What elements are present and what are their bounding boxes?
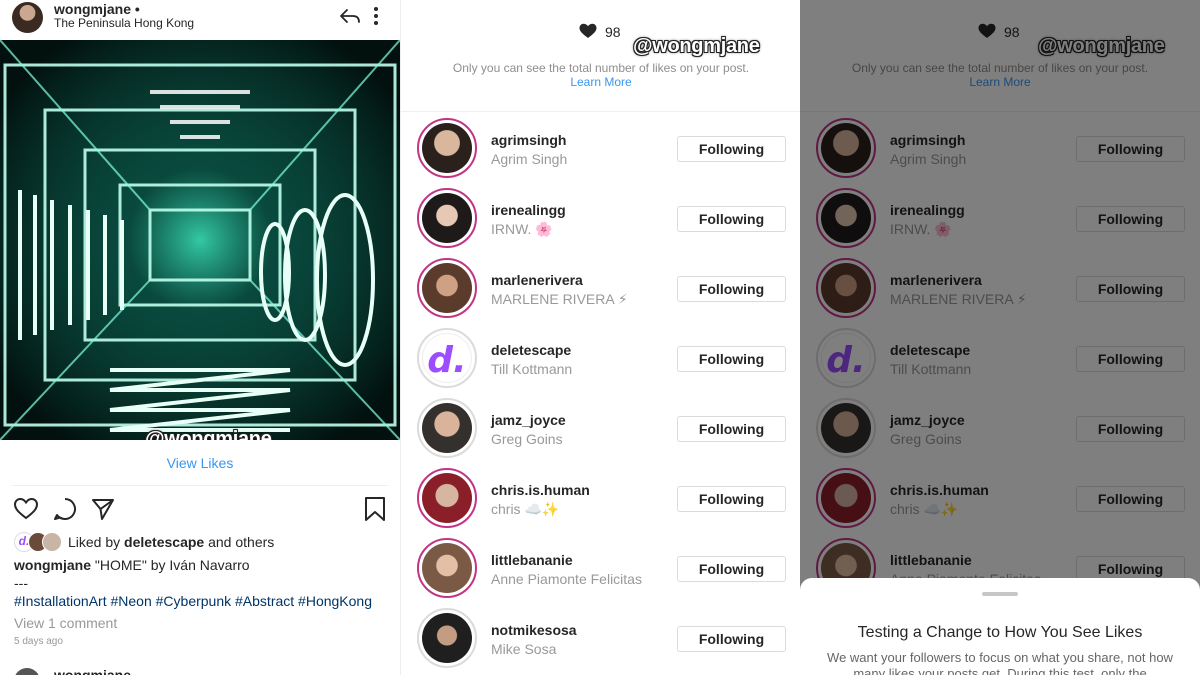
caption-text: "HOME" by Iván Navarro bbox=[94, 557, 250, 573]
view-comments-link[interactable]: View 1 comment bbox=[14, 615, 117, 631]
heart-icon bbox=[579, 23, 597, 38]
liker-row[interactable]: marlenerivera MARLENE RIVERA ⚡ Following bbox=[401, 252, 800, 322]
avatar-photo bbox=[422, 403, 472, 453]
divider bbox=[12, 485, 388, 486]
liker-row[interactable]: irenealingg IRNW. 🌸 Following bbox=[401, 182, 800, 252]
liker-fullname: chris ☁️✨ bbox=[491, 501, 560, 517]
avatar-photo bbox=[422, 543, 472, 593]
liker-username[interactable]: marlenerivera bbox=[491, 272, 583, 288]
liker-avatar[interactable] bbox=[417, 118, 477, 178]
post-header: wongmjane • The Peninsula Hong Kong bbox=[0, 0, 400, 38]
liker-avatar[interactable]: d. bbox=[417, 328, 477, 388]
liker-fullname: Agrim Singh bbox=[491, 151, 568, 167]
sheet-body: We want your followers to focus on what … bbox=[827, 650, 1173, 675]
liker-username[interactable]: deletescape bbox=[491, 342, 571, 358]
likes-panel: 98 @wongmjane Only you can see the total… bbox=[400, 0, 800, 675]
avatar-photo bbox=[422, 123, 472, 173]
liker-username[interactable]: irenealingg bbox=[491, 202, 566, 218]
hashtags[interactable]: #InstallationArt #Neon #Cyberpunk #Abstr… bbox=[14, 593, 372, 609]
liker-row[interactable]: jamz_joyce Greg Goins Following bbox=[401, 392, 800, 462]
liker-fullname: IRNW. 🌸 bbox=[491, 221, 553, 237]
liker-avatar[interactable] bbox=[417, 468, 477, 528]
liked-by-prefix: Liked by bbox=[68, 534, 121, 550]
liked-by-text: Liked by deletescape and others bbox=[68, 534, 274, 550]
bookmark-icon[interactable] bbox=[362, 496, 388, 522]
watermark: @wongmjane bbox=[145, 428, 272, 440]
post-location[interactable]: The Peninsula Hong Kong bbox=[54, 16, 194, 30]
liker-avatar[interactable] bbox=[417, 258, 477, 318]
liker-avatar[interactable] bbox=[417, 608, 477, 668]
neon-tunnel-image bbox=[0, 40, 400, 440]
post-timestamp: 5 days ago bbox=[14, 636, 63, 647]
modal-backdrop[interactable] bbox=[800, 0, 1200, 675]
liker-avatar bbox=[42, 532, 62, 552]
liker-username[interactable]: chris.is.human bbox=[491, 482, 590, 498]
next-post-username[interactable]: wongmjane bbox=[54, 667, 131, 675]
author-avatar[interactable] bbox=[12, 2, 43, 33]
caption-dashes: --- bbox=[14, 575, 28, 591]
likes-header: 98 @wongmjane Only you can see the total… bbox=[401, 0, 800, 112]
avatar-photo bbox=[422, 263, 472, 313]
post-panel: wongmjane • The Peninsula Hong Kong @won… bbox=[0, 0, 400, 675]
likes-privacy-note: Only you can see the total number of lik… bbox=[452, 61, 750, 75]
liker-row[interactable]: notmikesosa Mike Sosa Following bbox=[401, 602, 800, 672]
liker-row[interactable]: chris.is.human chris ☁️✨ Following bbox=[401, 462, 800, 532]
heart-icon[interactable] bbox=[13, 496, 39, 522]
liker-row[interactable]: littlebananie Anne Piamonte Felicitas Foll… bbox=[401, 532, 800, 602]
liked-by-suffix[interactable]: and others bbox=[208, 534, 274, 550]
comment-icon[interactable] bbox=[52, 496, 78, 522]
view-likes-link[interactable]: View Likes bbox=[0, 455, 400, 471]
caption-username[interactable]: wongmjane bbox=[14, 557, 91, 573]
deletescape-logo: d. bbox=[427, 340, 467, 381]
avatar-photo bbox=[422, 193, 472, 243]
sheet-drag-handle[interactable] bbox=[982, 592, 1018, 596]
liker-avatar[interactable] bbox=[417, 188, 477, 248]
avatar-photo: d. bbox=[422, 333, 472, 383]
following-button[interactable]: Following bbox=[677, 276, 786, 302]
like-count: 98 bbox=[605, 24, 621, 40]
following-button[interactable]: Following bbox=[677, 346, 786, 372]
following-button[interactable]: Following bbox=[677, 136, 786, 162]
liker-avatar[interactable] bbox=[417, 538, 477, 598]
likes-panel-with-sheet: 98 @wongmjane Only you can see the total… bbox=[800, 0, 1200, 675]
next-post-avatar[interactable] bbox=[14, 668, 40, 675]
liker-username[interactable]: littlebananie bbox=[491, 552, 573, 568]
reply-icon[interactable] bbox=[338, 4, 362, 28]
following-button[interactable]: Following bbox=[677, 416, 786, 442]
liker-row[interactable]: d. deletescape Till Kottmann Following bbox=[401, 322, 800, 392]
liker-fullname: Till Kottmann bbox=[491, 361, 573, 377]
avatar-photo bbox=[422, 613, 472, 663]
liked-by-user[interactable]: deletescape bbox=[124, 534, 204, 550]
liker-username[interactable]: notmikesosa bbox=[491, 622, 577, 638]
following-button[interactable]: Following bbox=[677, 206, 786, 232]
avatar-photo bbox=[422, 473, 472, 523]
watermark: @wongmjane bbox=[633, 35, 760, 57]
caption: wongmjane "HOME" by Iván Navarro bbox=[14, 557, 250, 573]
learn-more-link[interactable]: Learn More bbox=[401, 75, 800, 89]
bottom-sheet: Testing a Change to How You See Likes We… bbox=[800, 578, 1200, 675]
sheet-title: Testing a Change to How You See Likes bbox=[857, 624, 1143, 641]
liker-username[interactable]: agrimsingh bbox=[491, 132, 566, 148]
post-image[interactable]: @wongmjane bbox=[0, 40, 400, 440]
liker-fullname: Anne Piamonte Felicitas bbox=[491, 571, 642, 587]
following-button[interactable]: Following bbox=[677, 486, 786, 512]
following-button[interactable]: Following bbox=[677, 556, 786, 582]
liker-row[interactable]: agrimsingh Agrim Singh Following bbox=[401, 112, 800, 182]
liker-fullname: Greg Goins bbox=[491, 431, 563, 447]
liker-avatar[interactable] bbox=[417, 398, 477, 458]
following-button[interactable]: Following bbox=[677, 626, 786, 652]
share-icon[interactable] bbox=[90, 496, 116, 522]
liker-username[interactable]: jamz_joyce bbox=[491, 412, 566, 428]
post-username[interactable]: wongmjane • bbox=[54, 1, 140, 17]
liker-fullname: MARLENE RIVERA ⚡ bbox=[491, 291, 628, 307]
more-icon[interactable] bbox=[368, 4, 384, 28]
likers-list: agrimsinghAgrim SinghFollowingirenealing… bbox=[401, 112, 800, 672]
liker-fullname: Mike Sosa bbox=[491, 641, 557, 657]
